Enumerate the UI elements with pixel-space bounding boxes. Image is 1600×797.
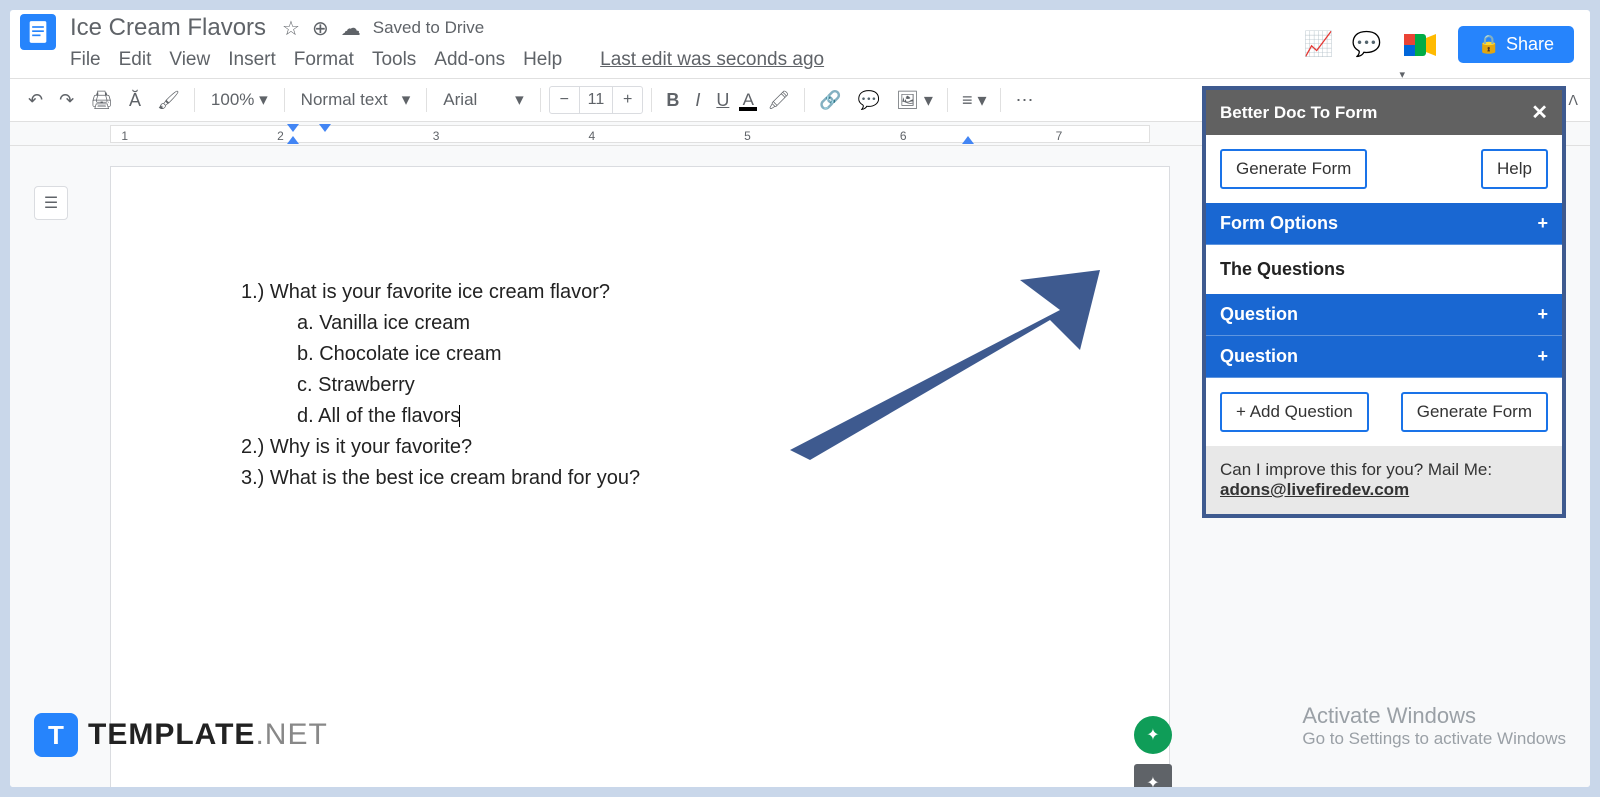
question-section[interactable]: Question+ [1206, 336, 1562, 378]
ruler-tick: 5 [744, 129, 751, 143]
ruler-tick: 4 [588, 129, 595, 143]
bold-icon[interactable]: B [660, 86, 685, 115]
text-color-icon[interactable]: A [739, 90, 757, 111]
questions-heading: The Questions [1206, 245, 1562, 294]
link-icon[interactable]: 🔗 [813, 86, 847, 115]
indent-right-marker[interactable] [962, 136, 974, 144]
last-edit-link[interactable]: Last edit was seconds ago [600, 49, 824, 71]
doc-line: 3.) What is the best ice cream brand for… [241, 463, 1039, 493]
highlight-icon[interactable]: 🖍 [761, 86, 796, 115]
ruler-tick: 7 [1056, 129, 1063, 143]
lock-icon: 🔒 [1478, 34, 1500, 55]
close-icon[interactable]: ✕ [1531, 100, 1548, 125]
ruler-tick: 1 [121, 129, 128, 143]
increase-font-icon[interactable]: + [613, 87, 642, 113]
share-button[interactable]: 🔒 Share [1458, 26, 1574, 63]
activity-icon[interactable]: 📈 [1304, 30, 1334, 59]
menu-view[interactable]: View [169, 49, 210, 71]
doc-line: c. Strawberry [241, 370, 1039, 400]
menu-format[interactable]: Format [294, 49, 354, 71]
doc-line: 1.) What is your favorite ice cream flav… [241, 277, 1039, 307]
comments-icon[interactable]: 💬 [1352, 30, 1382, 59]
indent-marker-bottom[interactable] [287, 136, 299, 144]
menu-edit[interactable]: Edit [119, 49, 152, 71]
meet-icon[interactable]: ▾ [1400, 30, 1440, 60]
doc-line: 2.) Why is it your favorite? [241, 432, 1039, 462]
move-icon[interactable]: ⊕ [312, 16, 329, 41]
docs-logo-icon[interactable] [20, 14, 56, 50]
ruler-tick: 3 [433, 129, 440, 143]
undo-icon[interactable]: ↶ [22, 86, 49, 115]
form-options-section[interactable]: Form Options+ [1206, 203, 1562, 245]
template-logo-icon: T [34, 713, 78, 757]
menu-insert[interactable]: Insert [228, 49, 276, 71]
share-label: Share [1506, 34, 1554, 55]
star-icon[interactable]: ☆ [282, 16, 300, 41]
zoom-select[interactable]: 100% ▾ [203, 86, 276, 114]
menu-file[interactable]: File [70, 49, 101, 71]
panel-title: Better Doc To Form [1220, 103, 1377, 123]
font-size-control[interactable]: − + [549, 86, 644, 114]
help-button[interactable]: Help [1481, 149, 1548, 189]
explore-button[interactable]: ✦ [1134, 716, 1172, 754]
menu-addons[interactable]: Add-ons [434, 49, 505, 71]
menu-tools[interactable]: Tools [372, 49, 416, 71]
comment-icon[interactable]: 💬 [852, 86, 886, 115]
ruler-tick: 2 [277, 129, 284, 143]
image-icon[interactable]: 🖼 ▾ [890, 86, 939, 115]
cloud-icon: ☁ [341, 16, 361, 41]
generate-form-button[interactable]: Generate Form [1220, 149, 1367, 189]
contact-email-link[interactable]: adons@livefiredev.com [1220, 480, 1409, 499]
style-select[interactable]: Normal text ▾ [293, 86, 419, 114]
add-button[interactable]: ✦ [1134, 764, 1172, 787]
outline-toggle-icon[interactable]: ☰ [34, 186, 68, 220]
align-icon[interactable]: ≡ ▾ [956, 86, 993, 115]
ruler-tick: 6 [900, 129, 907, 143]
panel-footer: Can I improve this for you? Mail Me: ado… [1206, 446, 1562, 514]
decrease-font-icon[interactable]: − [550, 87, 579, 113]
template-net-logo: T TEMPLATE.NET [34, 713, 328, 757]
collapse-toolbar-icon[interactable]: ᐱ [1568, 92, 1578, 109]
more-icon[interactable]: ⋯ [1009, 86, 1039, 115]
underline-icon[interactable]: U [710, 86, 735, 115]
activate-windows-watermark: Activate Windows Go to Settings to activ… [1302, 703, 1566, 749]
font-size-input[interactable] [579, 87, 613, 113]
document-title[interactable]: Ice Cream Flavors [70, 14, 266, 42]
indent-firstline-marker[interactable] [319, 124, 331, 132]
indent-marker-top[interactable] [287, 124, 299, 132]
addon-sidepanel: Better Doc To Form ✕ Generate Form Help … [1202, 86, 1566, 518]
save-status: Saved to Drive [373, 18, 485, 38]
doc-line: b. Chocolate ice cream [241, 339, 1039, 369]
add-question-button[interactable]: + Add Question [1220, 392, 1369, 432]
font-select[interactable]: Arial ▾ [435, 86, 531, 114]
print-icon[interactable]: 🖨 [84, 86, 119, 115]
document-page[interactable]: 1.) What is your favorite ice cream flav… [110, 166, 1170, 787]
spellcheck-icon[interactable]: Ă [123, 86, 147, 115]
redo-icon[interactable]: ↷ [53, 86, 80, 115]
question-section[interactable]: Question+ [1206, 294, 1562, 336]
doc-line: d. All of the flavors [241, 401, 1039, 431]
generate-form-button-2[interactable]: Generate Form [1401, 392, 1548, 432]
italic-icon[interactable]: I [689, 86, 706, 115]
doc-line: a. Vanilla ice cream [241, 308, 1039, 338]
paint-format-icon[interactable]: 🖌 [151, 86, 186, 115]
menu-help[interactable]: Help [523, 49, 562, 71]
